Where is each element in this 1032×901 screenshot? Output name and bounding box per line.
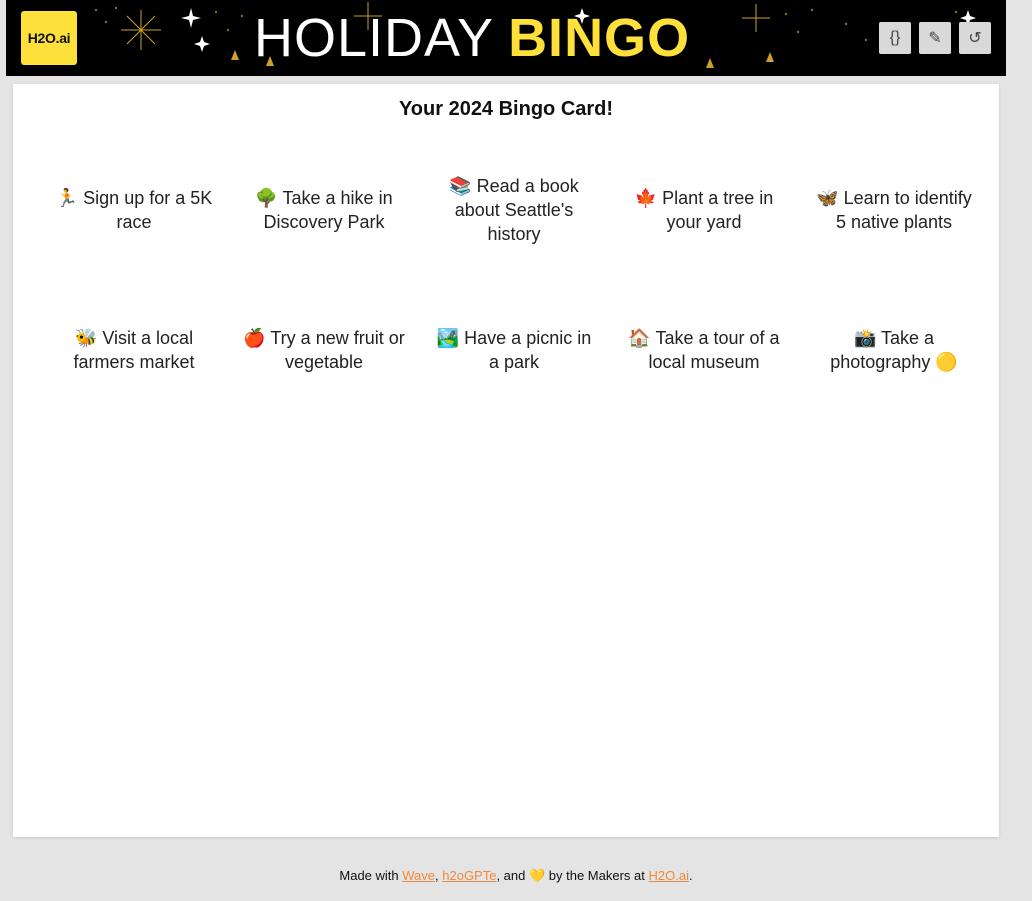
banner-title-holiday: HOLIDAY	[254, 8, 495, 68]
code-braces-icon: {}	[889, 29, 901, 46]
bingo-cell[interactable]: 🦋 Learn to identify 5 native plants	[799, 140, 989, 280]
code-button[interactable]: {}	[879, 22, 911, 54]
holiday-bingo-banner: HOLIDAY BINGO	[254, 4, 690, 72]
bingo-cell[interactable]: 🏞️ Have a picnic in a park	[419, 280, 609, 420]
edit-button[interactable]: ✎	[919, 22, 951, 54]
h2ogpte-link[interactable]: h2oGPTe	[442, 868, 496, 883]
bingo-cell[interactable]: 🐝 Visit a local farmers market	[39, 280, 229, 420]
h2o-logo[interactable]: H2O.ai	[21, 11, 77, 65]
h2oai-link[interactable]: H2O.ai	[649, 868, 689, 883]
bingo-cell[interactable]: 🏠 Take a tour of a local museum	[609, 280, 799, 420]
bingo-grid: 🏃 Sign up for a 5K race 🌳 Take a hike in…	[39, 140, 989, 420]
footer: Made with Wave, h2oGPTe, and 💛 by the Ma…	[0, 868, 1032, 884]
banner-title-bingo: BINGO	[508, 8, 691, 68]
footer-makers-text: , and 💛 by the Makers at	[496, 868, 649, 883]
bingo-cell[interactable]: 📚 Read a book about Seattle's history	[419, 140, 609, 280]
bingo-cell[interactable]: 📸 Take a photography 🟡	[799, 280, 989, 420]
bingo-card-title: Your 2024 Bingo Card!	[398, 98, 614, 120]
pencil-icon: ✎	[928, 30, 942, 47]
app-header: H2O.ai HOLIDAY BINGO {} ✎ ↺	[6, 0, 1006, 76]
footer-prefix: Made with	[339, 868, 403, 883]
bingo-card: Your 2024 Bingo Card! 🏃 Sign up for a 5K…	[13, 84, 999, 837]
reset-button[interactable]: ↺	[959, 22, 991, 54]
bingo-cell[interactable]: 🍁 Plant a tree in your yard	[609, 140, 799, 280]
footer-suffix: .	[688, 868, 693, 883]
bingo-cell[interactable]: 🏃 Sign up for a 5K race	[39, 140, 229, 280]
bingo-cell[interactable]: 🌳 Take a hike in Discovery Park	[229, 140, 419, 280]
wave-link[interactable]: Wave	[402, 868, 435, 883]
bingo-cell[interactable]: 🍎 Try a new fruit or vegetable	[229, 280, 419, 420]
undo-icon: ↺	[968, 30, 982, 47]
